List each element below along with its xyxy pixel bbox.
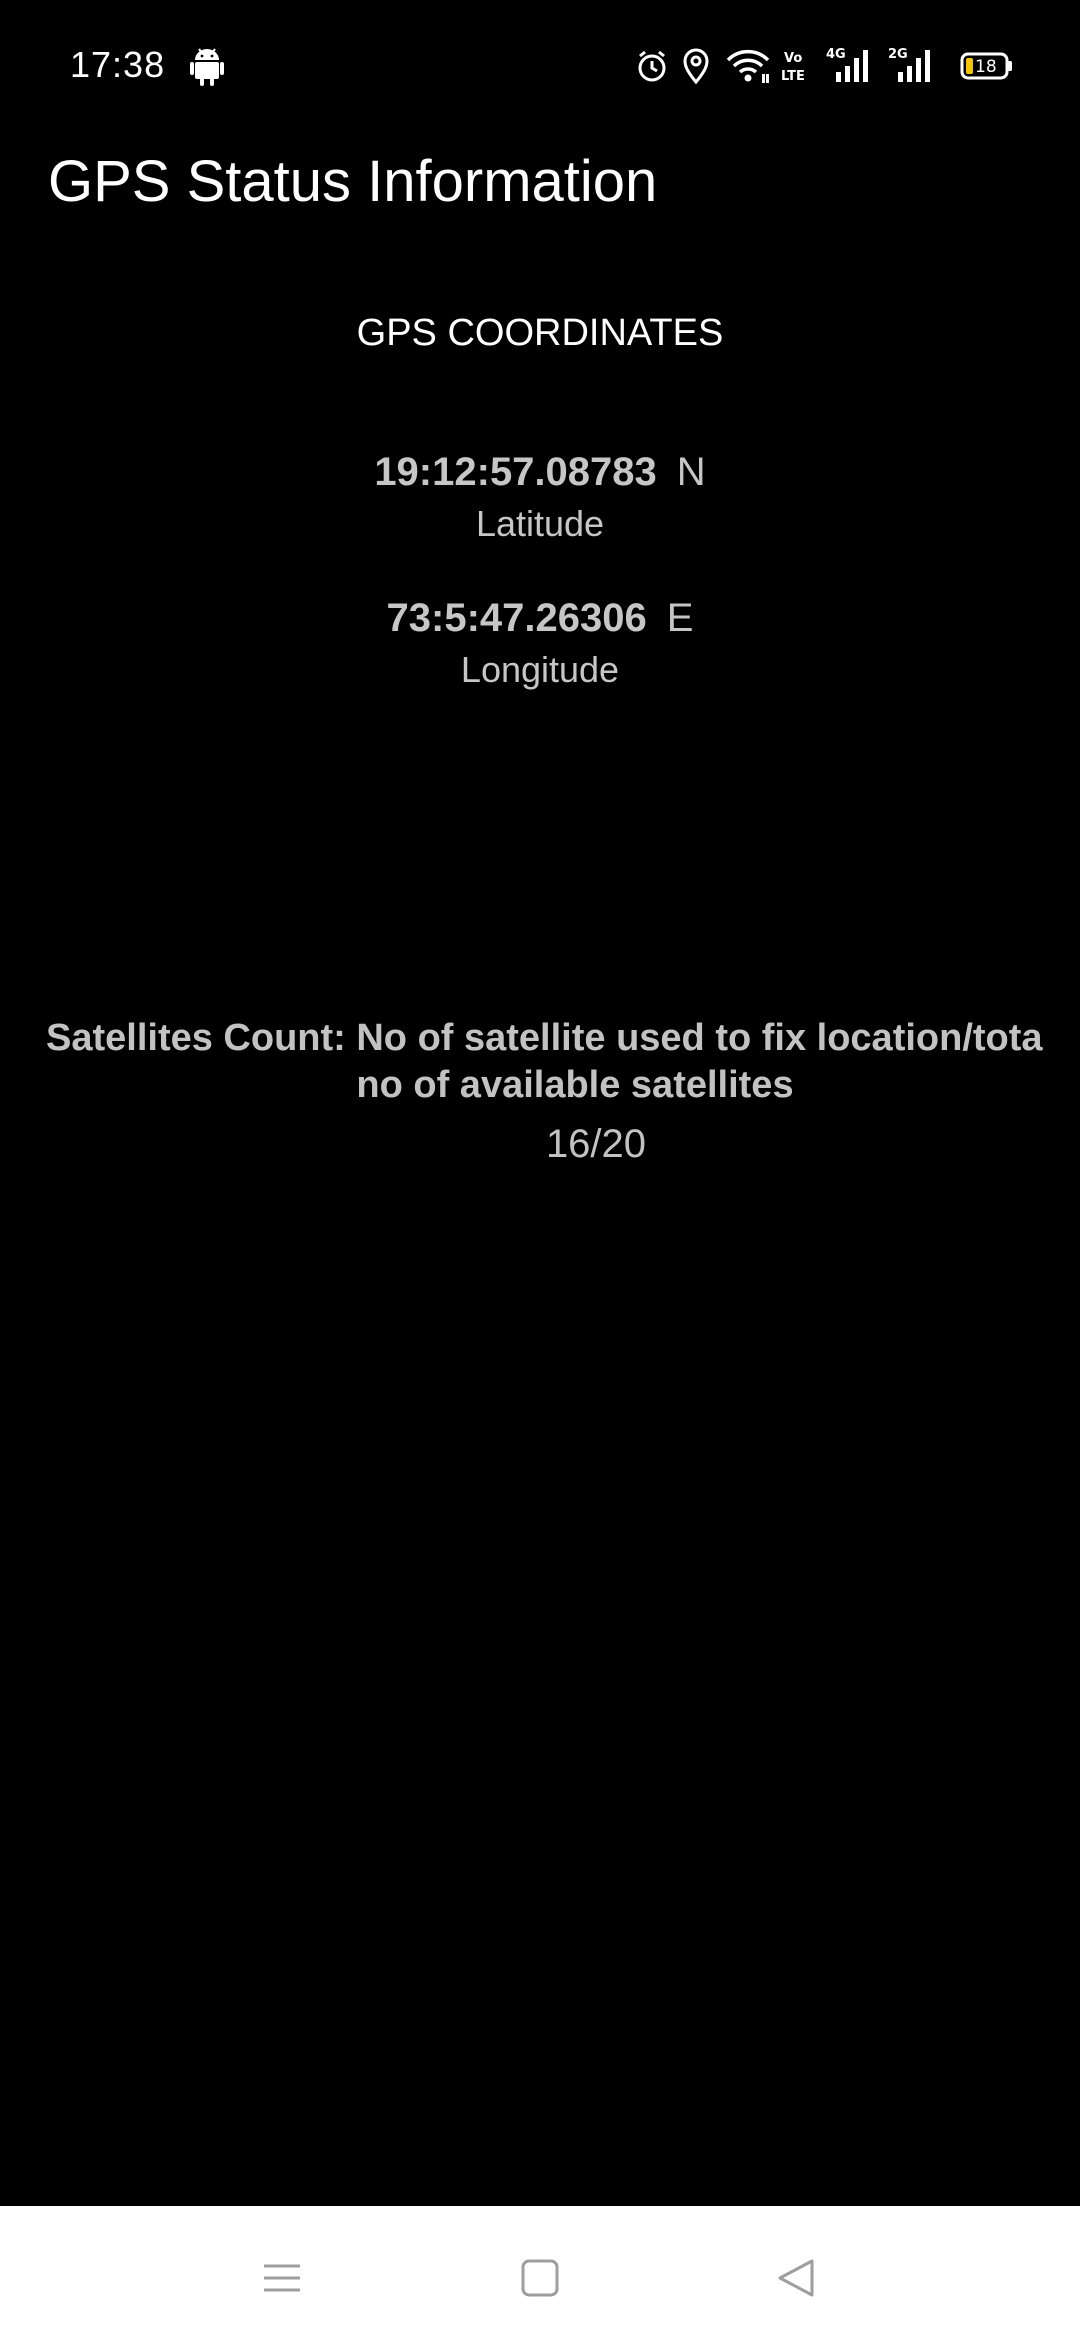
longitude-label: Longitude (460, 649, 620, 690)
latitude-value: 19:12:57.08783 (374, 450, 657, 494)
status-time: 17:38 (70, 44, 166, 85)
satellites-count: 16/20 (545, 1122, 647, 1166)
status-bar: 17:38 Vo LTE 4G 2G 18 (0, 0, 1080, 130)
svg-text:Vo: Vo (784, 51, 802, 66)
satellites-description-line2: no of available satellites (356, 1064, 794, 1106)
longitude-value: 73:5:47.26306 (386, 596, 647, 640)
android-icon (190, 48, 224, 86)
latitude-value-line: 19:12:57.08783 N (0, 450, 1080, 495)
home-button[interactable] (510, 2248, 570, 2308)
status-icons: Vo LTE 4G 2G 18 (630, 44, 1020, 88)
recent-apps-button[interactable] (252, 2248, 312, 2308)
svg-text:LTE: LTE (781, 69, 805, 84)
alarm-icon (638, 50, 666, 82)
svg-text:4G: 4G (826, 47, 846, 62)
location-icon (683, 48, 709, 85)
volte-icon: Vo LTE (781, 51, 805, 84)
battery-icon: 18 (960, 52, 1012, 80)
signal-4g-icon: 4G (826, 47, 868, 82)
page-title: GPS Status Information (48, 149, 658, 214)
wifi-icon (726, 49, 770, 83)
home-icon (521, 2259, 559, 2297)
latitude-direction: N (676, 450, 706, 494)
latitude-block: 19:12:57.08783 N Latitude (0, 450, 1080, 545)
svg-text:18: 18 (975, 57, 997, 77)
satellites-description-line1: Satellites Count: No of satellite used t… (46, 1017, 1043, 1059)
back-icon (778, 2259, 814, 2297)
longitude-value-line: 73:5:47.26306 E (0, 596, 1080, 641)
longitude-block: 73:5:47.26306 E Longitude (0, 596, 1080, 691)
latitude-label: Latitude (475, 503, 605, 544)
longitude-direction: E (666, 596, 694, 640)
back-button[interactable] (766, 2248, 826, 2308)
signal-2g-icon: 2G (888, 47, 930, 82)
svg-text:2G: 2G (888, 47, 908, 62)
menu-icon (264, 2264, 300, 2292)
navigation-bar (0, 2206, 1080, 2340)
coordinates-heading: GPS COORDINATES (356, 312, 724, 354)
